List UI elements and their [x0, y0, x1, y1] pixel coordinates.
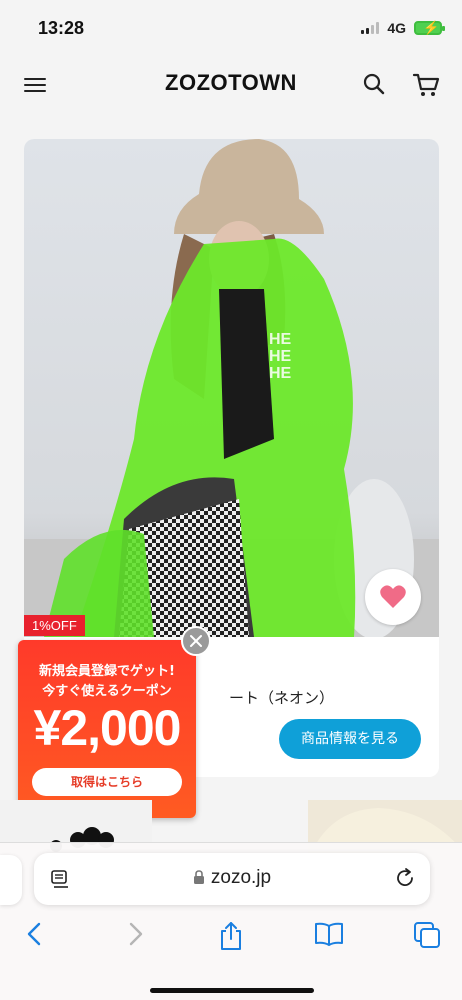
coupon-amount: ¥2,000: [33, 700, 182, 756]
svg-text:HE: HE: [269, 365, 292, 382]
status-time: 13:28: [38, 18, 85, 38]
status-right: 4G ⚡: [361, 20, 445, 36]
get-coupon-button[interactable]: 取得はこちら: [32, 768, 182, 796]
browser-bottom-bar: zozo.jp: [0, 842, 462, 1000]
svg-text:HE: HE: [269, 348, 292, 365]
signal-icon: [361, 22, 380, 34]
view-details-button[interactable]: 商品情報を見る: [279, 719, 421, 759]
bookmarks-icon[interactable]: [314, 921, 344, 947]
product-title[interactable]: ート（ネオン）: [229, 687, 334, 708]
model-illustration: HE HE HE: [24, 139, 439, 637]
lock-icon: [193, 870, 204, 885]
site-header: ZOZOTOWN: [0, 58, 462, 114]
discount-badge: 1%OFF: [24, 615, 85, 636]
browser-toolbar: [0, 921, 462, 961]
battery-icon: ⚡: [414, 20, 445, 35]
forward-icon[interactable]: [124, 921, 146, 947]
search-icon[interactable]: [362, 72, 386, 96]
favorite-button[interactable]: [365, 569, 421, 625]
coupon-line2: 今すぐ使えるクーポン: [42, 684, 172, 699]
close-icon: [190, 635, 202, 647]
address-bar[interactable]: zozo.jp: [34, 853, 430, 905]
back-icon[interactable]: [24, 921, 46, 947]
site-logo[interactable]: ZOZOTOWN: [0, 70, 462, 96]
product-photo[interactable]: HE HE HE 1%OFF: [24, 139, 439, 637]
url-text: zozo.jp: [210, 867, 272, 888]
svg-text:HE: HE: [269, 331, 292, 348]
coupon-popup[interactable]: 新規会員登録でゲット! 今すぐ使えるクーポン ¥2,000 取得はこちら: [18, 640, 196, 818]
previous-tab[interactable]: [0, 855, 22, 905]
coupon-close-button[interactable]: [181, 626, 211, 656]
cart-icon[interactable]: [412, 72, 440, 98]
reload-icon[interactable]: [394, 867, 416, 889]
status-bar: 13:28 4G ⚡: [0, 0, 462, 58]
heart-icon: [380, 585, 406, 608]
coupon-line1: 新規会員登録でゲット!: [39, 664, 175, 679]
share-icon[interactable]: [218, 921, 244, 951]
network-label: 4G: [387, 20, 406, 36]
tabs-icon[interactable]: [413, 921, 441, 949]
url-display[interactable]: zozo.jp: [34, 867, 430, 889]
home-indicator: [150, 988, 314, 993]
